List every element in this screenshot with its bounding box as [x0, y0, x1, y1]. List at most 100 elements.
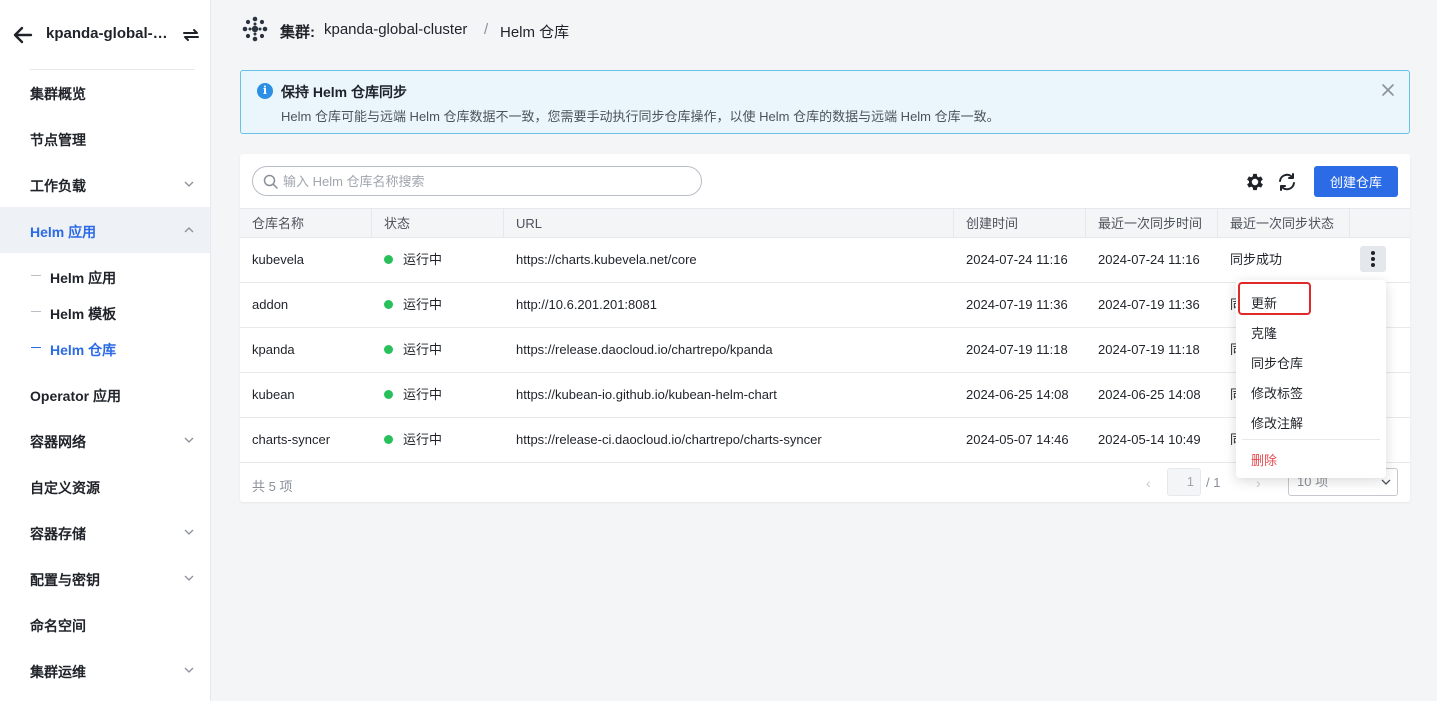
sidebar-subitem-helm-apps[interactable]: Helm 应用 [0, 259, 210, 293]
sidebar-item-helm-apps[interactable]: Helm 应用 [0, 207, 210, 253]
alert-title: 保持 Helm 仓库同步 [281, 84, 408, 100]
table-row[interactable]: charts-syncer 运行中 https://release-ci.dao… [240, 418, 1410, 463]
repo-url: https://charts.kubevela.net/core [516, 252, 697, 267]
search-icon [263, 174, 278, 189]
sidebar-item-label: Operator 应用 [30, 388, 122, 404]
status-dot [384, 300, 393, 309]
create-repo-button[interactable]: 创建仓库 [1314, 166, 1398, 197]
alert-text: Helm 仓库可能与远端 Helm 仓库数据不一致，您需要手动执行同步仓库操作，… [281, 109, 1000, 124]
menu-item-edit-labels[interactable]: 修改标签 [1251, 383, 1303, 402]
last-sync-status: 同步成功 [1230, 252, 1283, 267]
cluster-title: kpanda-global-cluster [46, 25, 176, 42]
status-cell: 运行中 [372, 418, 504, 462]
sidebar-item-label: 节点管理 [30, 132, 86, 148]
repo-url: http://10.6.201.201:8081 [516, 297, 657, 312]
prev-page-icon[interactable]: ‹ [1146, 475, 1151, 491]
chevron-down-icon [184, 667, 194, 673]
menu-divider [1242, 439, 1380, 440]
sidebar-item-custom-resources[interactable]: 自定义资源 [0, 463, 210, 509]
sidebar-item-label: 集群运维 [30, 664, 86, 680]
sidebar-item-config-secrets[interactable]: 配置与密钥 [0, 555, 210, 601]
repo-url: https://kubean-io.github.io/kubean-helm-… [516, 387, 777, 402]
repo-url: https://release-ci.daocloud.io/chartrepo… [516, 432, 822, 447]
table-header: 仓库名称 状态 URL 创建时间 最近一次同步时间 最近一次同步状态 [240, 208, 1410, 238]
status-dot [384, 255, 393, 264]
kebab-dot [1371, 257, 1375, 261]
column-header-last-sync-status[interactable]: 最近一次同步状态 [1218, 209, 1350, 238]
subitem-dash [31, 275, 41, 276]
column-header-created[interactable]: 创建时间 [954, 209, 1086, 238]
gear-icon[interactable] [1244, 171, 1266, 193]
sidebar-item-label: 集群概览 [30, 86, 86, 102]
column-header-actions [1350, 209, 1410, 238]
chevron-down-icon [184, 181, 194, 187]
status-dot [384, 390, 393, 399]
highlight-box [1238, 282, 1311, 315]
sidebar-subitem-helm-templates[interactable]: Helm 模板 [0, 295, 210, 329]
switch-cluster-icon[interactable] [181, 25, 201, 45]
status-text: 运行中 [403, 387, 443, 402]
repo-name[interactable]: addon [240, 283, 372, 327]
sidebar-subitem-label: Helm 应用 [50, 270, 117, 286]
sidebar-item-nodes[interactable]: 节点管理 [0, 115, 210, 161]
created-time: 2024-07-19 11:18 [966, 342, 1068, 357]
sidebar-item-label: 命名空间 [30, 618, 86, 634]
column-header-name[interactable]: 仓库名称 [240, 209, 372, 238]
table-row[interactable]: addon 运行中 http://10.6.201.201:8081 2024-… [240, 283, 1410, 328]
repo-name[interactable]: charts-syncer [240, 418, 372, 462]
column-header-last-sync-time[interactable]: 最近一次同步时间 [1086, 209, 1218, 238]
status-text: 运行中 [403, 297, 443, 312]
sidebar-item-namespaces[interactable]: 命名空间 [0, 601, 210, 647]
sidebar-subitem-label: Helm 仓库 [50, 342, 117, 358]
status-dot [384, 435, 393, 444]
sidebar-subitem-label: Helm 模板 [50, 306, 117, 322]
back-arrow-icon[interactable] [12, 24, 34, 46]
sidebar-item-operator-apps[interactable]: Operator 应用 [0, 371, 210, 417]
more-actions-button[interactable] [1360, 246, 1386, 272]
sidebar-item-label: 工作负载 [30, 178, 86, 194]
sidebar-item-label: Helm 应用 [30, 224, 97, 240]
search-input[interactable] [283, 171, 683, 191]
repo-table-card: 创建仓库 仓库名称 状态 URL 创建时间 最近一次同步时间 最近一次同步状态 … [240, 154, 1410, 502]
sidebar-item-container-storage[interactable]: 容器存储 [0, 509, 210, 555]
sidebar-item-cluster-overview[interactable]: 集群概览 [0, 69, 210, 115]
sidebar-subitem-helm-repos[interactable]: Helm 仓库 [0, 331, 210, 365]
search-box[interactable] [252, 166, 702, 196]
last-sync-time: 2024-07-19 11:36 [1098, 297, 1200, 312]
repo-name[interactable]: kubevela [240, 238, 372, 282]
repo-name[interactable]: kubean [240, 373, 372, 417]
page-input[interactable]: 1 [1167, 468, 1201, 496]
kebab-dot [1371, 263, 1375, 267]
sidebar-item-cluster-ops[interactable]: 集群运维 [0, 647, 210, 693]
sidebar-item-workloads[interactable]: 工作负载 [0, 161, 210, 207]
status-text: 运行中 [403, 432, 443, 447]
table-row[interactable]: kpanda 运行中 https://release.daocloud.io/c… [240, 328, 1410, 373]
breadcrumb-cluster-label: 集群: [280, 24, 315, 41]
menu-item-delete[interactable]: 删除 [1251, 450, 1277, 469]
column-header-status[interactable]: 状态 [372, 209, 504, 238]
chevron-up-icon [184, 227, 194, 233]
menu-item-clone[interactable]: 克隆 [1251, 323, 1277, 342]
menu-item-edit-annotations[interactable]: 修改注解 [1251, 413, 1303, 432]
refresh-icon[interactable] [1276, 171, 1298, 193]
chevron-down-icon [184, 529, 194, 535]
breadcrumb-cluster-name[interactable]: kpanda-global-cluster [324, 21, 467, 38]
sidebar-item-label: 配置与密钥 [30, 572, 100, 588]
repo-name[interactable]: kpanda [240, 328, 372, 372]
subitem-dash [31, 311, 41, 312]
kebab-dot [1371, 251, 1375, 255]
column-header-url[interactable]: URL [504, 209, 954, 238]
sidebar: kpanda-global-cluster 集群概览 节点管理 工作负载 Hel… [0, 0, 211, 701]
table-row[interactable]: kubevela 运行中 https://charts.kubevela.net… [240, 238, 1410, 283]
last-sync-time: 2024-06-25 14:08 [1098, 387, 1201, 402]
sidebar-header: kpanda-global-cluster [0, 0, 211, 70]
close-icon[interactable] [1381, 83, 1395, 97]
table-row[interactable]: kubean 运行中 https://kubean-io.github.io/k… [240, 373, 1410, 418]
breadcrumb-current: Helm 仓库 [500, 24, 570, 41]
created-time: 2024-07-19 11:36 [966, 297, 1068, 312]
menu-item-sync-repo[interactable]: 同步仓库 [1251, 353, 1303, 372]
created-time: 2024-07-24 11:16 [966, 252, 1068, 267]
sidebar-item-container-network[interactable]: 容器网络 [0, 417, 210, 463]
chevron-down-icon [1381, 479, 1391, 485]
status-cell: 运行中 [372, 238, 504, 282]
